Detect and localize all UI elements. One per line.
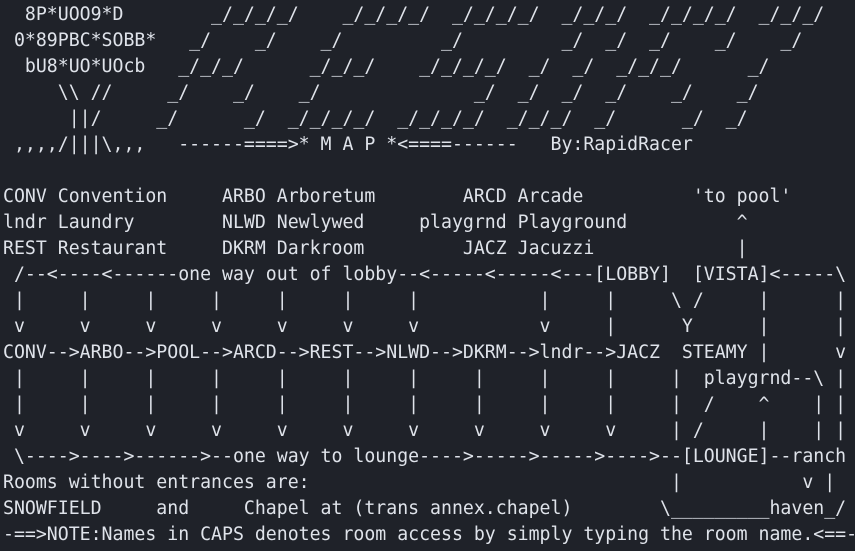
ascii-banner-line: 0*89PBC*SOBB* _/ _/ _/ _/ _/ _/ _/ _/ _/ bbox=[3, 30, 803, 51]
map-line: v v v v v v v v v v | / | | | bbox=[3, 420, 847, 441]
map-line: | | | | | | | | | | | playgrnd--\ | bbox=[3, 368, 847, 389]
ascii-banner-line: \\ // _/ _/ _/ _/ _/ _/ _/ _/ _/ bbox=[3, 82, 759, 103]
map-line: | | | | | | | | | | | / ^ | | bbox=[3, 394, 847, 415]
terminal-window[interactable]: 8P*UOO9*D _/_/_/_/ _/_/_/_/ _/_/_/_/ _/_… bbox=[0, 0, 855, 551]
legend-line: lndr Laundry NLWD Newlywed playgrnd Play… bbox=[3, 212, 748, 233]
map-title-line: ,,,,/|||\,,, ------====>* M A P *<====--… bbox=[3, 134, 693, 155]
legend-line: REST Restaurant DKRM Darkroom JACZ Jacuz… bbox=[3, 238, 748, 259]
map-line: CONV-->ARBO-->POOL-->ARCD-->REST-->NLWD-… bbox=[3, 342, 855, 363]
ascii-banner-line: bU8*UO*UOcb _/_/_/ _/_/_/ _/_/_/_/ _/ _/… bbox=[3, 56, 770, 77]
note-line: -==>NOTE:Names in CAPS denotes room acce… bbox=[3, 524, 855, 545]
terminal-screen: 8P*UOO9*D _/_/_/_/ _/_/_/_/ _/_/_/_/ _/_… bbox=[3, 2, 855, 548]
map-line: SNOWFIELD and Chapel at (trans annex.cha… bbox=[3, 498, 847, 519]
map-line: v v v v v v v v | Y | | bbox=[3, 316, 847, 337]
ascii-banner-line: 8P*UOO9*D _/_/_/_/ _/_/_/_/ _/_/_/_/ _/_… bbox=[3, 4, 825, 25]
map-line: /--<----<------one way out of lobby--<--… bbox=[3, 264, 847, 285]
map-line: | | | | | | | | | \ / | | bbox=[3, 290, 847, 311]
ascii-banner-line: ||/ _/ _/ _/_/_/_/ _/_/_/_/ _/_/_/ _/ _/… bbox=[3, 108, 748, 129]
map-line: Rooms without entrances are: | v | bbox=[3, 472, 836, 493]
legend-line: CONV Convention ARBO Arboretum ARCD Arca… bbox=[3, 186, 792, 207]
map-line: \---->---->------>--one way to lounge---… bbox=[3, 446, 855, 467]
